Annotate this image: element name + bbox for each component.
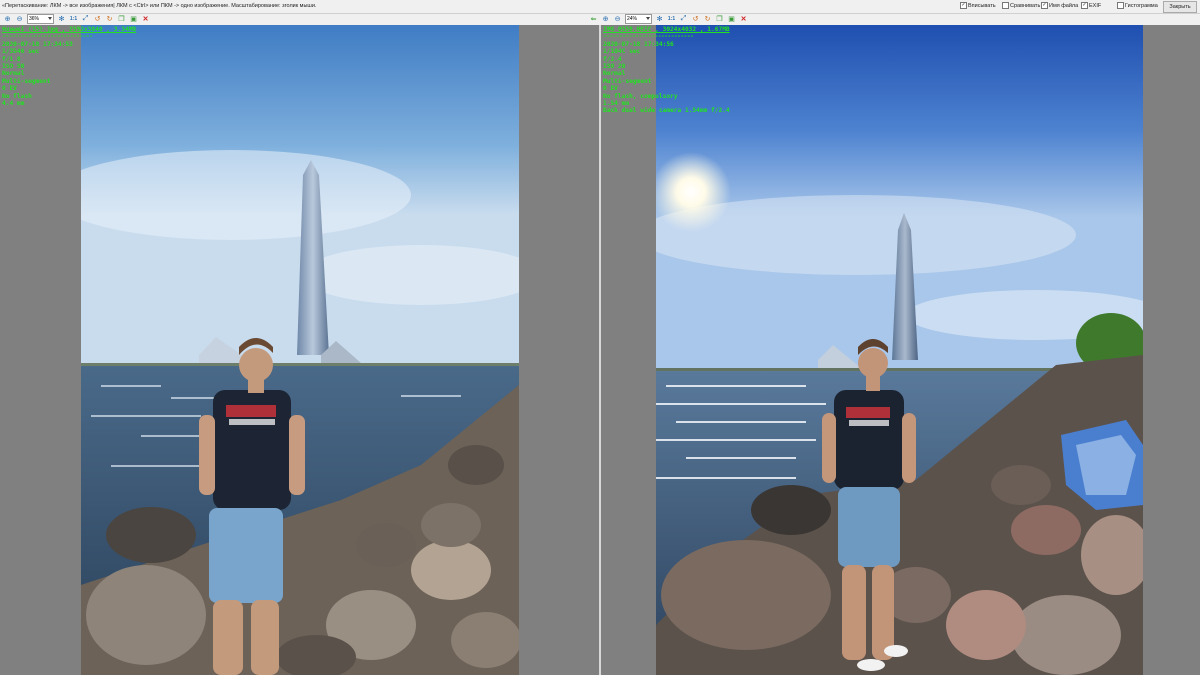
save-icon[interactable]: ▣ bbox=[129, 15, 138, 24]
gear-icon[interactable]: ✻ bbox=[57, 15, 66, 24]
fit-checkbox[interactable]: ✓ Вписывать bbox=[960, 2, 996, 9]
rotate-left-icon[interactable]: ↺ bbox=[691, 15, 700, 24]
delete-icon[interactable]: ✕ bbox=[141, 15, 150, 24]
copy-icon[interactable]: ❐ bbox=[117, 15, 126, 24]
delete-icon[interactable]: ✕ bbox=[739, 15, 748, 24]
filename-checkbox[interactable]: ✓ Имя файла bbox=[1041, 2, 1078, 9]
zoom-out-icon[interactable]: ⊖ bbox=[613, 15, 622, 24]
exif-line: Normal bbox=[2, 70, 25, 78]
right-photo[interactable] bbox=[656, 25, 1143, 675]
gear-icon[interactable]: ✻ bbox=[655, 15, 664, 24]
zoom-in-icon[interactable]: ⊕ bbox=[3, 15, 12, 24]
fit-icon[interactable]: ⤢ bbox=[81, 15, 90, 24]
sync-arrow-icon[interactable]: ⇐ bbox=[589, 15, 598, 24]
exif-line: Back dual wide camera 1.54mm f/2.4 bbox=[603, 107, 730, 115]
save-icon[interactable]: ▣ bbox=[727, 15, 736, 24]
exif-line: No flash bbox=[2, 92, 32, 100]
exif-separator: ---------------------------- bbox=[603, 33, 694, 41]
exif-line: 1/3546 sec bbox=[2, 48, 40, 56]
exif-line: f/1.8 bbox=[2, 55, 21, 63]
close-button[interactable]: Закрыть bbox=[1163, 1, 1197, 13]
exif-line: 2020-07-18 17:34:53 bbox=[2, 40, 73, 48]
zoom-select[interactable]: 36% bbox=[27, 14, 54, 24]
exif-line: 4.4 mm bbox=[2, 100, 25, 108]
top-bar: «Перетаскивание: ЛКМ -> все изображения|… bbox=[0, 0, 1200, 14]
checkbox-box[interactable] bbox=[1117, 2, 1124, 9]
exif-line: ISO 20 bbox=[603, 63, 626, 71]
usage-hint: «Перетаскивание: ЛКМ -> все изображения|… bbox=[2, 3, 317, 9]
zoom-select[interactable]: 24% bbox=[625, 14, 652, 24]
exif-line: 2020-07-18 17:34:56 bbox=[603, 40, 674, 48]
right-image-pane[interactable]: IMG_0558.HEIC , 3024x4032 , 1.67MB -----… bbox=[601, 25, 1200, 675]
exif-line: Multi-segment bbox=[2, 77, 51, 85]
file-title: IMG_0558.HEIC , 3024x4032 , 1.67MB bbox=[603, 26, 730, 33]
exif-line: Multi-segment bbox=[603, 77, 652, 85]
exif-line: ISO 50 bbox=[2, 63, 25, 71]
rotate-left-icon[interactable]: ↺ bbox=[93, 15, 102, 24]
left-toolbar: ⊕ ⊖ 36% ✻ 1:1 ⤢ ↺ ↻ ❐ ▣ ✕ bbox=[3, 13, 150, 25]
zoom-out-icon[interactable]: ⊖ bbox=[15, 15, 24, 24]
one-to-one-button[interactable]: 1:1 bbox=[69, 15, 78, 24]
checkbox-box[interactable]: ✓ bbox=[1081, 2, 1088, 9]
rotate-right-icon[interactable]: ↻ bbox=[105, 15, 114, 24]
exif-checkbox[interactable]: ✓ EXIF bbox=[1081, 2, 1101, 9]
exif-separator: ---------------------------- bbox=[2, 33, 93, 41]
checkbox-box[interactable]: ✓ bbox=[960, 2, 967, 9]
one-to-one-button[interactable]: 1:1 bbox=[667, 15, 676, 24]
fit-icon[interactable]: ⤢ bbox=[679, 15, 688, 24]
checkbox-box[interactable]: ✓ bbox=[1041, 2, 1048, 9]
exif-line: 0 EV bbox=[603, 85, 618, 93]
left-exif-overlay: Huawei (15).jpg , 2592x3840 , 3.34MB ---… bbox=[2, 26, 136, 107]
exif-line: f/2.4 bbox=[603, 55, 622, 63]
exif-line: 1/104C sec bbox=[603, 48, 641, 56]
left-photo[interactable] bbox=[81, 25, 519, 675]
compare-checkbox[interactable]: Сравнивать bbox=[1002, 2, 1040, 9]
exif-line: 0 EV bbox=[2, 85, 17, 93]
histogram-checkbox[interactable]: Гистограмма bbox=[1117, 2, 1158, 9]
file-title: Huawei (15).jpg , 2592x3840 , 3.34MB bbox=[2, 26, 137, 33]
checkbox-box[interactable] bbox=[1002, 2, 1009, 9]
right-toolbar: ⇐ ⊕ ⊖ 24% ✻ 1:1 ⤢ ↺ ↻ ❐ ▣ ✕ bbox=[589, 13, 748, 25]
exif-line: No flash, compulsory bbox=[603, 92, 678, 100]
right-exif-overlay: IMG_0558.HEIC , 3024x4032 , 1.67MB -----… bbox=[603, 26, 730, 115]
left-image-pane[interactable]: Huawei (15).jpg , 2592x3840 , 3.34MB ---… bbox=[0, 25, 599, 675]
copy-icon[interactable]: ❐ bbox=[715, 15, 724, 24]
zoom-in-icon[interactable]: ⊕ bbox=[601, 15, 610, 24]
exif-line: Normal bbox=[603, 70, 626, 78]
rotate-right-icon[interactable]: ↻ bbox=[703, 15, 712, 24]
